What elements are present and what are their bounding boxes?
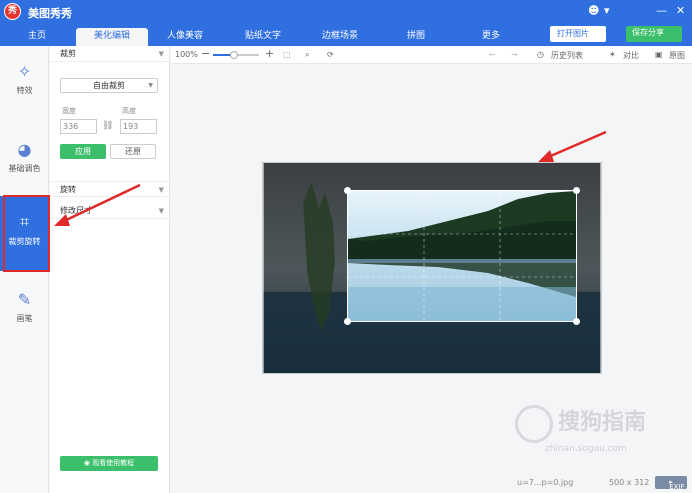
image-size: 500 x 312 xyxy=(609,478,650,487)
arrow-head-icon xyxy=(54,214,70,226)
arrow-head-icon xyxy=(538,150,554,162)
exif-button[interactable]: EXIF ▸ xyxy=(655,476,687,491)
watermark-logo xyxy=(515,405,553,443)
exif-label: EXIF xyxy=(669,483,685,491)
file-name: u=7...p=0.jpg xyxy=(517,478,574,487)
watermark-text: 搜狗指南 xyxy=(558,410,647,435)
watermark-site: zhinan.sogou.com xyxy=(545,444,627,454)
status-bar: u=7...p=0.jpg 500 x 312 EXIF ▸ xyxy=(171,473,692,493)
